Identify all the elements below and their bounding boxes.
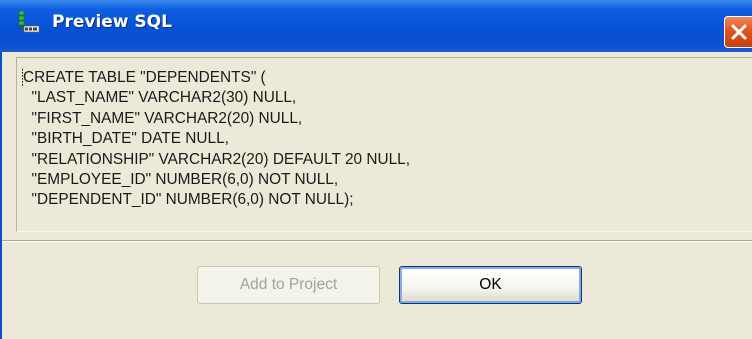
ok-button[interactable]: OK (399, 266, 582, 304)
sql-line: "FIRST_NAME" VARCHAR2(20) NULL, (23, 109, 303, 127)
sql-line: "EMPLOYEE_ID" NUMBER(6,0) NOT NULL, (23, 171, 339, 189)
close-icon (731, 24, 747, 40)
sql-text: CREATE TABLE "DEPENDENTS" ( "LAST_NAME" … (23, 68, 410, 211)
sql-preview-area[interactable]: CREATE TABLE "DEPENDENTS" ( "LAST_NAME" … (16, 57, 752, 232)
database-table-icon (18, 10, 40, 33)
ok-label: OK (479, 276, 502, 293)
dialog-body: CREATE TABLE "DEPENDENTS" ( "LAST_NAME" … (0, 52, 752, 339)
sql-line: "BIRTH_DATE" DATE NULL, (23, 130, 229, 148)
preview-sql-dialog: Preview SQL CREATE TABLE "DEPENDENTS" ( … (0, 0, 752, 339)
separator (2, 240, 752, 242)
add-to-project-button[interactable]: Add to Project (197, 266, 380, 304)
window-title: Preview SQL (52, 12, 172, 32)
sql-line: "DEPENDENT_ID" NUMBER(6,0) NOT NULL); (23, 191, 354, 209)
sql-line: CREATE TABLE "DEPENDENTS" ( (23, 69, 266, 86)
close-button[interactable] (724, 16, 752, 48)
sql-line: "LAST_NAME" VARCHAR2(30) NULL, (23, 89, 297, 107)
add-to-project-label: Add to Project (239, 276, 338, 293)
sql-line: "RELATIONSHIP" VARCHAR2(20) DEFAULT 20 N… (23, 150, 410, 168)
title-bar[interactable]: Preview SQL (0, 0, 752, 52)
